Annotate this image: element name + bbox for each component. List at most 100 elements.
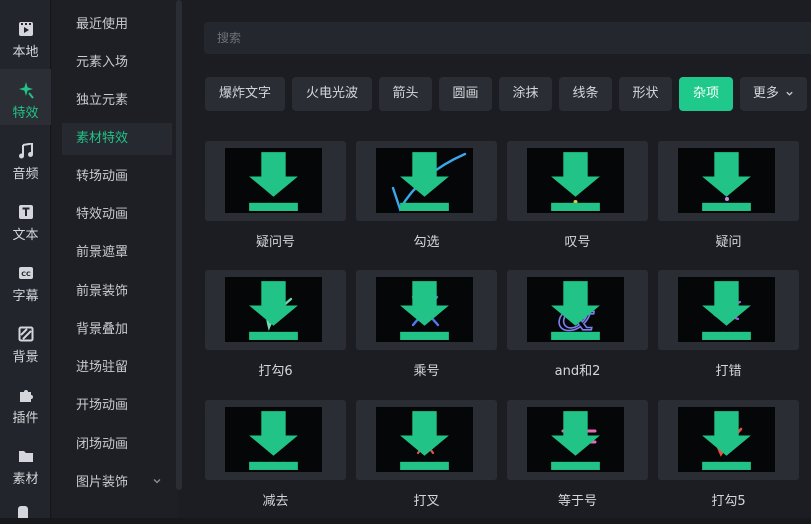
bottom-edge [0,518,811,524]
caption-cc-icon: CC [17,264,35,282]
rail-item-plugins[interactable]: 插件 [0,374,51,430]
effect-thumbnail [356,270,497,350]
effect-label: 减去 [262,494,289,509]
download-icon[interactable] [376,148,473,213]
effect-card-tick5[interactable]: 打勾5 [658,400,799,515]
category-item[interactable]: 元素入场 [62,47,172,79]
search-input[interactable]: 搜索 [204,22,811,54]
rail-item-materials[interactable]: 素材 [0,435,51,491]
rail-label: 音频 [12,167,39,182]
download-icon[interactable] [678,407,775,472]
download-icon[interactable] [225,407,322,472]
download-icon[interactable] [527,277,624,342]
download-icon[interactable] [678,148,775,213]
background-slash-icon [17,325,35,343]
category-item[interactable]: 进场驻留 [62,352,172,384]
rail-label: 本地 [12,45,39,60]
rail-label: 素材 [12,472,39,487]
sparkle-icon [17,81,35,99]
rail-item-audio[interactable]: 音频 [0,130,51,186]
effect-card-cross[interactable]: 打叉 [356,400,497,515]
text-t-icon [17,203,35,221]
chevron-down-icon [786,91,793,96]
effect-label: 勾选 [413,235,440,250]
icon-rail: 本地 特效 音频 文本 CC 字幕 背景 插件 素材 [0,0,51,524]
app-window: 本地 特效 音频 文本 CC 字幕 背景 插件 素材 最近使用 元素入场 独立元… [0,0,811,524]
tag-more-label: 更多 [752,86,779,101]
effect-label: 打勾6 [258,364,293,379]
puzzle-icon [17,386,35,404]
effect-card-question-mark[interactable]: 疑问号 [205,141,346,256]
tag-button[interactable]: 涂抹 [499,77,552,111]
category-item[interactable]: 开场动画 [62,390,172,422]
effect-label: 叹号 [564,235,591,250]
tag-button[interactable]: 爆炸文字 [205,77,285,111]
category-item-expandable[interactable]: 图片装饰 [62,467,172,499]
download-icon[interactable] [225,148,322,213]
download-icon[interactable] [376,407,473,472]
category-item[interactable]: 转场动画 [62,161,172,193]
effect-card-multiply[interactable]: 乘号 [356,270,497,385]
rail-label: 特效 [12,106,39,121]
rail-item-captions[interactable]: CC 字幕 [0,252,51,308]
category-item[interactable]: 前景遮罩 [62,237,172,269]
category-item[interactable]: 前景装饰 [62,276,172,308]
rail-item-local[interactable]: 本地 [0,8,51,64]
rail-more-icon [18,506,28,518]
effect-label: 疑问号 [255,235,295,250]
tag-button[interactable]: 形状 [619,77,672,111]
effect-card-exclamation[interactable]: 叹号 [507,141,648,256]
download-icon[interactable] [376,277,473,342]
tag-button[interactable]: 箭头 [379,77,432,111]
rail-label: 背景 [12,350,39,365]
music-note-icon [17,142,35,160]
category-sidebar: 最近使用 元素入场 独立元素 素材特效 转场动画 特效动画 前景遮罩 前景装饰 … [52,0,178,524]
effect-thumbnail [658,270,799,350]
rail-label: 文本 [12,228,39,243]
effect-thumbnail: & [507,270,648,350]
tag-button[interactable]: 线条 [559,77,612,111]
category-item[interactable]: 闭场动画 [62,429,172,461]
rail-item-background[interactable]: 背景 [0,313,51,369]
category-scrollbar[interactable] [176,0,182,490]
category-item-active[interactable]: 素材特效 [62,123,172,155]
effect-label: 打勾5 [711,494,746,509]
effect-thumbnail [205,141,346,221]
category-item[interactable]: 最近使用 [62,9,172,41]
effect-label: 等于号 [557,494,597,509]
rail-label: 插件 [12,411,39,426]
effect-card-minus[interactable]: 减去 [205,400,346,515]
download-icon[interactable] [527,407,624,472]
chevron-down-icon[interactable] [152,467,162,499]
category-item[interactable]: 独立元素 [62,85,172,117]
effect-thumbnail [356,400,497,480]
effect-card-wrong[interactable]: 打错 [658,270,799,385]
download-icon[interactable] [527,148,624,213]
film-icon [17,20,35,38]
effect-card-equals[interactable]: 等于号 [507,400,648,515]
effect-card-question[interactable]: 疑问 [658,141,799,256]
tag-button[interactable]: 火电光波 [292,77,372,111]
effect-label: 打叉 [413,494,440,509]
effect-label: 乘号 [413,364,440,379]
download-icon[interactable] [678,277,775,342]
effect-thumbnail [658,400,799,480]
effect-thumbnail [507,400,648,480]
effect-card-and2[interactable]: & and和2 [507,270,648,385]
effect-thumbnail [205,270,346,350]
effect-label: 疑问 [715,235,742,250]
tag-more-button[interactable]: 更多 [740,77,807,111]
effect-card-tick6[interactable]: 打勾6 [205,270,346,385]
rail-item-text[interactable]: 文本 [0,191,51,247]
effect-thumbnail [507,141,648,221]
category-item[interactable]: 特效动画 [62,199,172,231]
rail-label: 字幕 [12,289,39,304]
effect-thumbnail [356,141,497,221]
download-icon[interactable] [225,277,322,342]
svg-text:CC: CC [21,270,31,278]
category-item[interactable]: 背景叠加 [62,314,172,346]
effect-card-checkmark[interactable]: 勾选 [356,141,497,256]
tag-button[interactable]: 圆画 [439,77,492,111]
rail-item-effects[interactable]: 特效 [0,69,51,125]
tag-button-active[interactable]: 杂项 [679,77,733,111]
